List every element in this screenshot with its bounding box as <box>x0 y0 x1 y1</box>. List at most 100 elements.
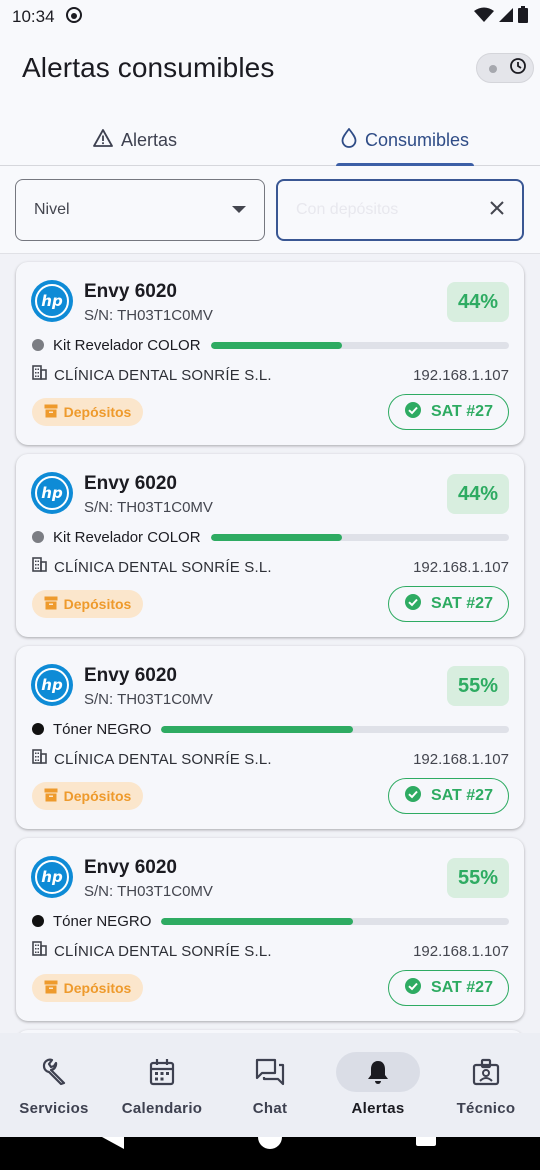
building-icon <box>32 749 47 769</box>
client-name: CLÍNICA DENTAL SONRÍE S.L. <box>54 558 272 576</box>
archive-icon <box>44 404 58 421</box>
serial-number: S/N: TH03T1C0MV <box>84 499 213 516</box>
consumable-card[interactable]: hp Envy 6020 S/N: TH03T1C0MV 44% Kit Revelad… <box>16 454 524 637</box>
deposit-label: Depósitos <box>63 596 132 612</box>
consumable-color-dot <box>32 723 44 735</box>
level-bar-fill <box>210 533 342 541</box>
archive-icon <box>44 980 58 997</box>
level-badge: 44% <box>447 474 509 514</box>
hp-logo-mark: hp <box>35 860 69 894</box>
tab-label: Consumibles <box>364 130 470 150</box>
consumable-row: Tóner NEGRO <box>32 911 509 931</box>
consumable-color-dot <box>32 531 44 543</box>
building-icon <box>32 941 47 961</box>
history-toggle[interactable] <box>476 53 534 83</box>
check-circle-icon <box>404 401 422 424</box>
sat-chip[interactable]: SAT #27 <box>388 970 509 1006</box>
consumable-name: Kit Revelador COLOR <box>53 528 201 546</box>
hp-logo: hp <box>31 664 73 706</box>
nav-label: Servicios <box>19 1100 89 1117</box>
warning-icon <box>93 129 113 152</box>
level-bar-fill <box>210 341 342 349</box>
consumable-name: Kit Revelador COLOR <box>53 336 201 354</box>
ip-address: 192.168.1.107 <box>413 942 509 960</box>
nav-label: Alertas <box>351 1100 405 1117</box>
chat-icon <box>228 1052 312 1092</box>
level-badge: 44% <box>447 282 509 322</box>
nav-chat[interactable]: Chat <box>216 1033 324 1137</box>
status-bar: 10:34 <box>0 0 540 34</box>
deposit-label: Depósitos <box>63 788 132 804</box>
check-circle-icon <box>404 977 422 1000</box>
consumable-card[interactable]: hp Envy 6020 S/N: TH03T1C0MV 55% Tóner NEGRO… <box>16 646 524 829</box>
printer-model: Envy 6020 <box>84 857 177 878</box>
client-row: CLÍNICA DENTAL SONRÍE S.L. 192.168.1.107 <box>32 557 509 577</box>
building-icon <box>32 557 47 577</box>
sat-chip[interactable]: SAT #27 <box>388 778 509 814</box>
consumable-name: Tóner NEGRO <box>53 912 152 930</box>
clock-icon <box>509 57 527 80</box>
water-drop-icon <box>341 127 357 153</box>
deposit-chip[interactable]: Depósitos <box>32 974 143 1002</box>
sat-label: SAT #27 <box>431 403 493 420</box>
system-nav-bar <box>0 1125 540 1170</box>
serial-number: S/N: TH03T1C0MV <box>84 883 213 900</box>
consumable-color-dot <box>32 339 44 351</box>
hp-logo: hp <box>31 856 73 898</box>
consumable-card[interactable]: hp Envy 6020 S/N: TH03T1C0MV 44% Kit Revelad… <box>16 262 524 445</box>
building-icon <box>32 365 47 385</box>
wrench-icon <box>12 1052 96 1092</box>
tab-alertas[interactable]: Alertas <box>0 116 270 165</box>
sat-chip[interactable]: SAT #27 <box>388 586 509 622</box>
archive-icon <box>44 596 58 613</box>
status-time: 10:34 <box>12 7 55 26</box>
ip-address: 192.168.1.107 <box>413 558 509 576</box>
serial-number: S/N: TH03T1C0MV <box>84 691 213 708</box>
ip-address: 192.168.1.107 <box>413 750 509 768</box>
serial-number: S/N: TH03T1C0MV <box>84 307 213 324</box>
level-bar <box>210 533 509 541</box>
hp-logo-mark: hp <box>35 476 69 510</box>
filter-bar: Nivel Con depósitos <box>0 166 540 254</box>
level-bar <box>161 725 509 733</box>
hp-logo-mark: hp <box>35 284 69 318</box>
signal-icon <box>498 7 514 28</box>
deposit-chip[interactable]: Depósitos <box>32 590 143 618</box>
level-bar-fill <box>161 917 353 925</box>
consumable-card[interactable]: hp Envy 6020 S/N: TH03T1C0MV 55% Tóner NEGRO… <box>16 838 524 1021</box>
bottom-nav: Servicios Calendario Chat Alertas Técnic… <box>0 1033 540 1137</box>
nav-label: Calendario <box>121 1100 203 1117</box>
nav-label: Técnico <box>456 1100 516 1117</box>
nav-alertas[interactable]: Alertas <box>324 1033 432 1137</box>
tab-consumibles[interactable]: Consumibles <box>270 116 540 166</box>
consumable-row: Kit Revelador COLOR <box>32 527 509 547</box>
printer-model: Envy 6020 <box>84 281 177 302</box>
level-bar <box>210 341 509 349</box>
nav-calendario[interactable]: Calendario <box>108 1033 216 1137</box>
tab-label: Alertas <box>120 130 178 150</box>
deposit-search-field[interactable]: Con depósitos <box>276 179 524 241</box>
check-circle-icon <box>404 593 422 616</box>
calendar-icon <box>120 1052 204 1092</box>
deposit-label: Depósitos <box>63 980 132 996</box>
hp-logo: hp <box>31 472 73 514</box>
home-icon <box>258 1125 282 1149</box>
nav-label: Chat <box>252 1100 288 1117</box>
nav-servicios[interactable]: Servicios <box>0 1033 108 1137</box>
nav-tecnico[interactable]: Técnico <box>432 1033 540 1137</box>
client-row: CLÍNICA DENTAL SONRÍE S.L. 192.168.1.107 <box>32 749 509 769</box>
sat-chip[interactable]: SAT #27 <box>388 394 509 430</box>
consumable-color-dot <box>32 915 44 927</box>
deposit-chip[interactable]: Depósitos <box>32 782 143 810</box>
ip-address: 192.168.1.107 <box>413 366 509 384</box>
notification-icon <box>65 6 83 29</box>
nivel-dropdown[interactable]: Nivel <box>15 179 265 241</box>
client-name: CLÍNICA DENTAL SONRÍE S.L. <box>54 750 272 768</box>
deposit-label: Depósitos <box>63 404 132 420</box>
deposit-chip[interactable]: Depósitos <box>32 398 143 426</box>
clear-icon[interactable] <box>490 200 504 220</box>
app-header: Alertas consumibles Alertas Consumibles <box>0 34 540 166</box>
client-name: CLÍNICA DENTAL SONRÍE S.L. <box>54 366 272 384</box>
search-placeholder: Con depósitos <box>296 201 399 218</box>
level-bar-fill <box>161 725 353 733</box>
